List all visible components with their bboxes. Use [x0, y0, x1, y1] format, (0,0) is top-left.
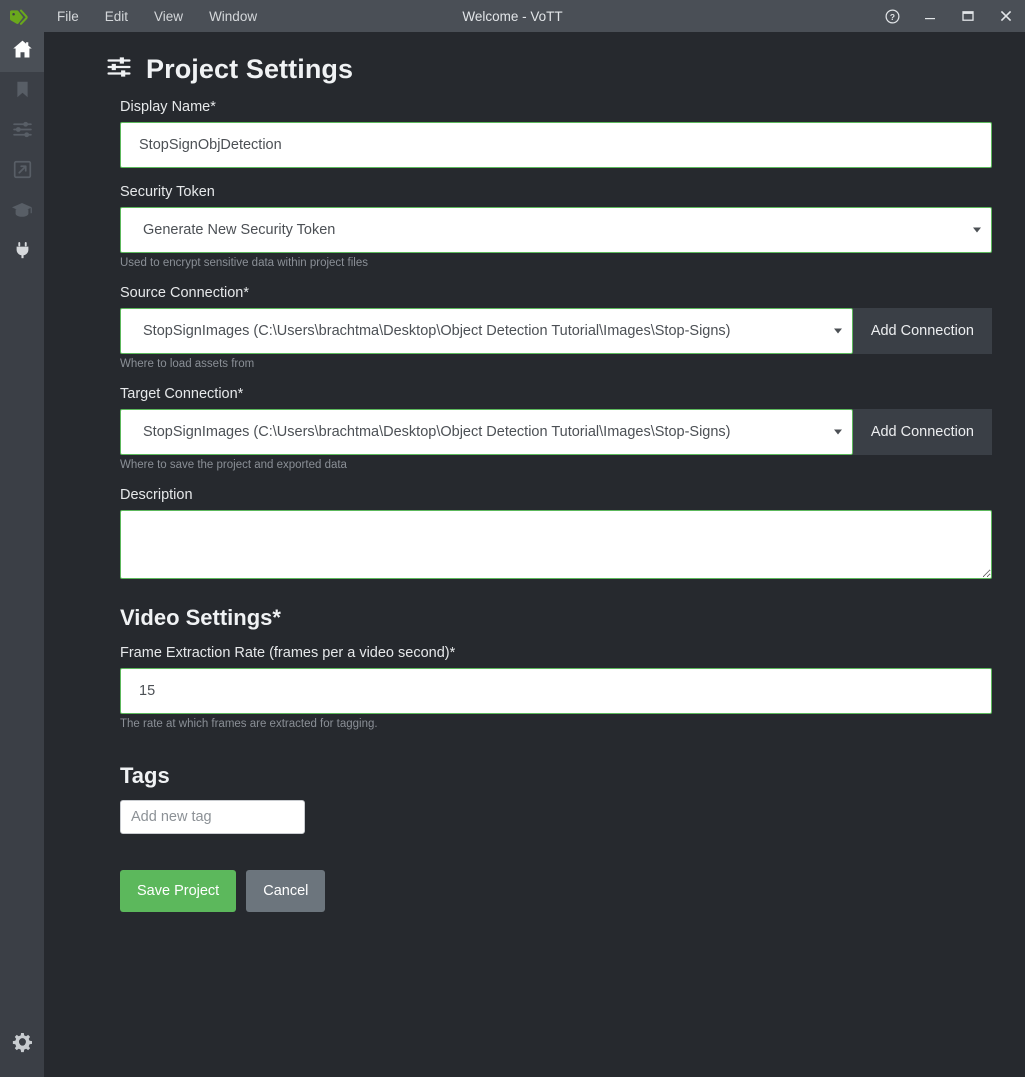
field-display-name: Display Name* [120, 99, 992, 168]
security-token-label: Security Token [120, 184, 992, 200]
export-arrow-icon [13, 160, 32, 184]
sliders-icon [12, 119, 33, 145]
source-connection-label: Source Connection* [120, 285, 992, 301]
sidebar-item-active-learning[interactable] [0, 192, 44, 232]
app-shell: Project Settings Display Name* Security … [0, 32, 1025, 1077]
plug-icon [13, 240, 32, 265]
sidebar [0, 32, 44, 1077]
description-textarea[interactable] [120, 510, 992, 579]
tags-title: Tags [120, 763, 992, 789]
display-name-label: Display Name* [120, 99, 992, 115]
project-settings-form: Display Name* Security Token Generate Ne… [44, 99, 1025, 952]
menu-item-edit[interactable]: Edit [92, 5, 141, 28]
sidebar-item-application-settings[interactable] [0, 1025, 44, 1065]
page-title: Project Settings [146, 54, 353, 85]
minimize-button[interactable] [911, 0, 949, 32]
menu-item-file[interactable]: File [44, 5, 92, 28]
source-connection-select[interactable]: StopSignImages (C:\Users\brachtma\Deskto… [120, 308, 853, 354]
help-button[interactable]: ? [873, 0, 911, 32]
field-source-connection: Source Connection* StopSignImages (C:\Us… [120, 285, 992, 370]
add-source-connection-button[interactable]: Add Connection [853, 308, 992, 354]
field-target-connection: Target Connection* StopSignImages (C:\Us… [120, 386, 992, 471]
svg-text:?: ? [889, 11, 894, 21]
add-target-connection-button[interactable]: Add Connection [853, 409, 992, 455]
home-icon [12, 39, 33, 65]
target-connection-label: Target Connection* [120, 386, 992, 402]
target-connection-row: StopSignImages (C:\Users\brachtma\Deskto… [120, 409, 992, 455]
main-content: Project Settings Display Name* Security … [44, 32, 1025, 1077]
target-connection-help: Where to save the project and exported d… [120, 459, 992, 471]
sidebar-item-connections[interactable] [0, 232, 44, 272]
bookmark-icon [13, 80, 32, 104]
vott-tag-logo-icon [0, 7, 34, 25]
security-token-help: Used to encrypt sensitive data within pr… [120, 257, 992, 269]
add-new-tag-input[interactable] [120, 800, 305, 834]
menu-item-window[interactable]: Window [196, 5, 270, 28]
menu-item-view[interactable]: View [141, 5, 196, 28]
frame-rate-input[interactable] [120, 668, 992, 714]
maximize-button[interactable] [949, 0, 987, 32]
source-connection-row: StopSignImages (C:\Users\brachtma\Deskto… [120, 308, 992, 354]
field-frame-extraction-rate: Frame Extraction Rate (frames per a vide… [120, 645, 992, 730]
cancel-button[interactable]: Cancel [246, 870, 325, 912]
source-connection-help: Where to load assets from [120, 358, 992, 370]
source-connection-select-wrap: StopSignImages (C:\Users\brachtma\Deskto… [120, 308, 853, 354]
field-description: Description [120, 487, 992, 579]
sidebar-item-recent-projects[interactable] [0, 72, 44, 112]
title-bar: File Edit View Window Welcome - VoTT ? [0, 0, 1025, 32]
description-label: Description [120, 487, 992, 503]
video-settings-title: Video Settings* [120, 605, 992, 631]
gear-icon [12, 1032, 33, 1058]
menu-bar: File Edit View Window [44, 5, 270, 28]
target-connection-select[interactable]: StopSignImages (C:\Users\brachtma\Deskto… [120, 409, 853, 455]
frame-rate-help: The rate at which frames are extracted f… [120, 718, 992, 730]
page-header: Project Settings [44, 32, 1025, 99]
frame-rate-label: Frame Extraction Rate (frames per a vide… [120, 645, 992, 661]
sliders-icon [106, 54, 132, 85]
security-token-select-wrap: Generate New Security Token [120, 207, 992, 253]
target-connection-select-wrap: StopSignImages (C:\Users\brachtma\Deskto… [120, 409, 853, 455]
sidebar-item-project-settings[interactable] [0, 112, 44, 152]
graduation-cap-icon [11, 200, 33, 225]
close-button[interactable] [987, 0, 1025, 32]
form-actions: Save Project Cancel [120, 870, 992, 952]
security-token-select[interactable]: Generate New Security Token [120, 207, 992, 253]
display-name-input[interactable] [120, 122, 992, 168]
sidebar-item-export[interactable] [0, 152, 44, 192]
sidebar-item-home[interactable] [0, 32, 44, 72]
field-security-token: Security Token Generate New Security Tok… [120, 184, 992, 269]
window-controls: ? [873, 0, 1025, 32]
save-project-button[interactable]: Save Project [120, 870, 236, 912]
